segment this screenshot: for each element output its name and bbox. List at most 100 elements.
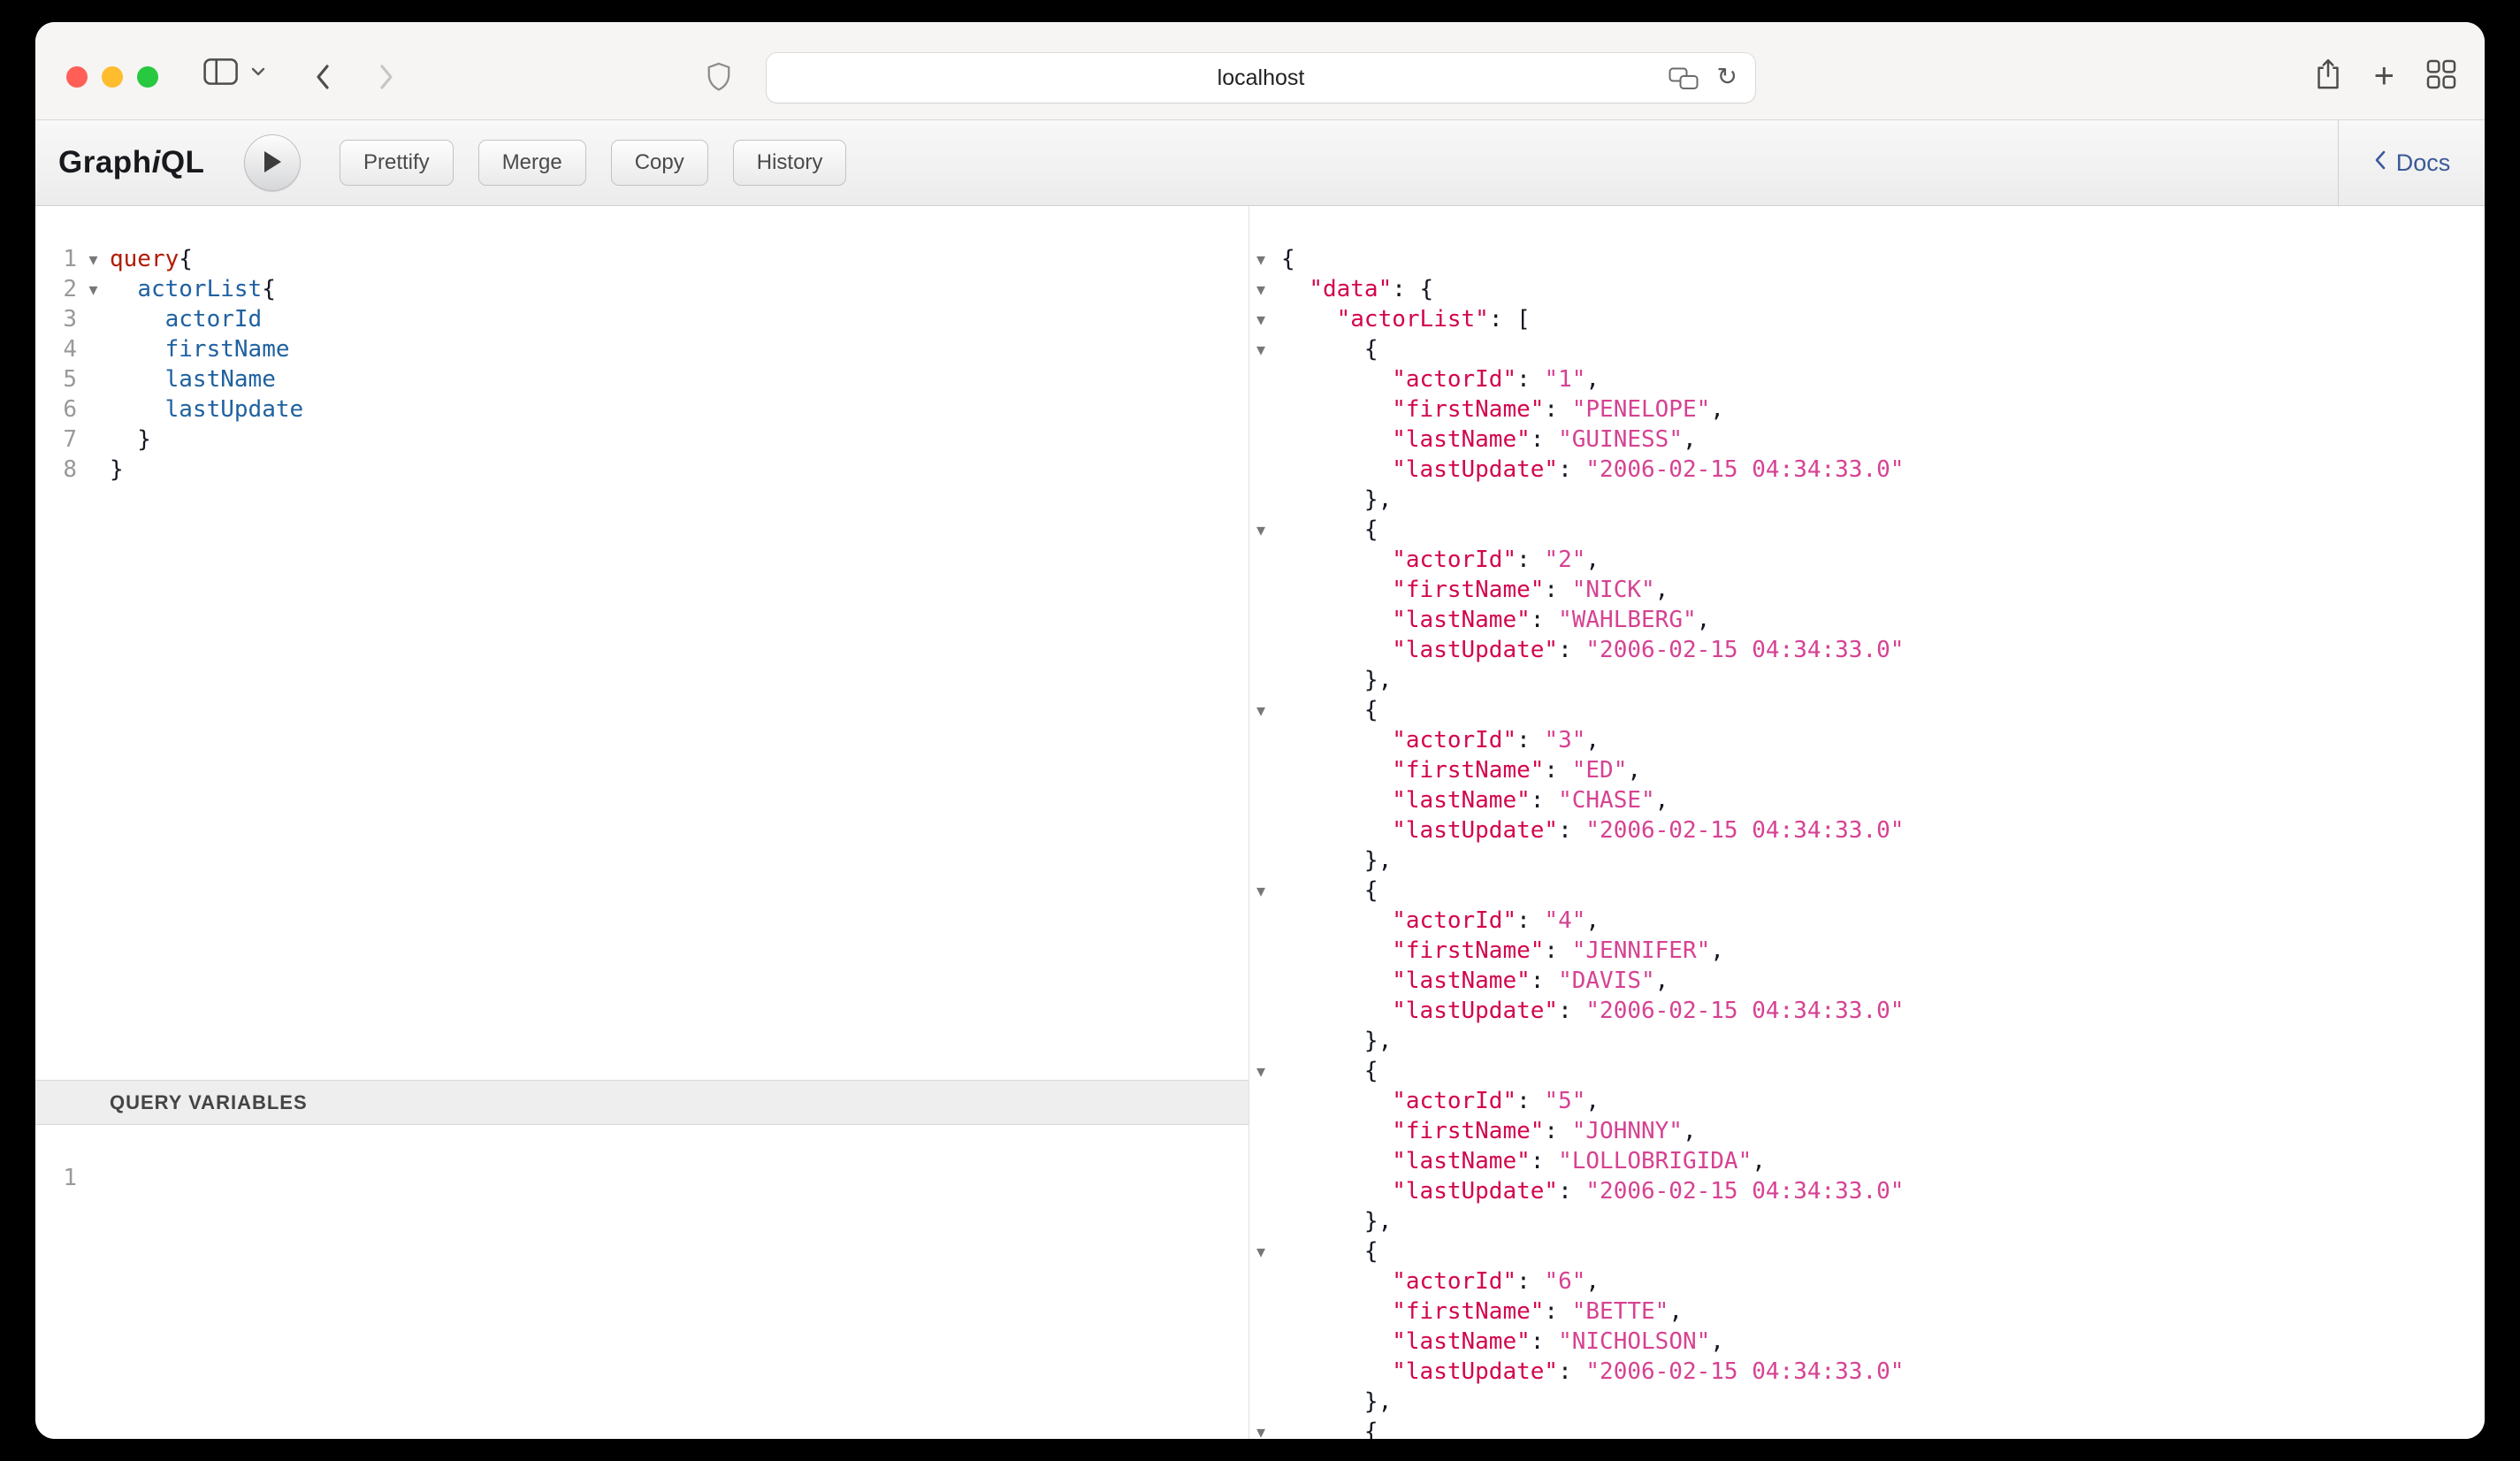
result-line: "lastUpdate": "2006-02-15 04:34:33.0" <box>1249 635 2485 665</box>
fold-arrow-icon[interactable]: ▾ <box>1249 304 1281 334</box>
query-variables-editor[interactable]: 1 <box>35 1125 1249 1439</box>
query-editor[interactable]: 1▾query{2▾ actorList{3 actorId4 firstNam… <box>35 206 1249 1080</box>
share-button[interactable] <box>2314 57 2342 94</box>
fold-gutter <box>1249 545 1281 575</box>
fold-arrow-icon[interactable]: ▾ <box>77 274 110 304</box>
close-window-button[interactable] <box>66 66 88 88</box>
code-text: query{ <box>110 244 193 274</box>
chevron-left-icon <box>2373 149 2387 178</box>
chevron-left-icon <box>311 61 334 96</box>
fold-gutter <box>1249 815 1281 845</box>
sidebar-toggle-button[interactable] <box>203 57 239 88</box>
code-line: 3 actorId <box>35 304 1249 334</box>
logo-text-ql: QL <box>161 145 205 180</box>
code-text: "lastUpdate": "2006-02-15 04:34:33.0" <box>1281 1176 1904 1206</box>
fold-gutter <box>77 455 110 485</box>
line-number: 1 <box>35 1163 77 1193</box>
code-line: 1 <box>35 1163 1249 1193</box>
tab-overview-button[interactable] <box>2426 59 2456 92</box>
minimize-window-button[interactable] <box>102 66 123 88</box>
sidebar-controls <box>203 57 267 88</box>
result-line: }, <box>1249 1387 2485 1417</box>
code-text: { <box>1281 244 1295 274</box>
result-line: "lastName": "NICHOLSON", <box>1249 1327 2485 1357</box>
back-button[interactable] <box>311 61 334 96</box>
grid-icon <box>2426 59 2456 92</box>
result-line: "actorId": "1", <box>1249 364 2485 394</box>
translate-button[interactable] <box>1669 67 1699 93</box>
url-field[interactable]: localhost ↻ <box>767 53 1755 103</box>
fold-arrow-icon[interactable]: ▾ <box>1249 1417 1281 1439</box>
fold-arrow-icon[interactable]: ▾ <box>1249 515 1281 545</box>
fold-arrow-icon[interactable]: ▾ <box>1249 1056 1281 1086</box>
chevron-down-icon <box>249 65 267 80</box>
forward-button[interactable] <box>375 61 398 96</box>
privacy-shield-button[interactable] <box>706 61 732 96</box>
fold-arrow-icon[interactable]: ▾ <box>77 244 110 274</box>
graphiql-toolbar: GraphiQL Prettify Merge Copy History <box>35 120 2485 206</box>
fold-gutter <box>77 364 110 394</box>
code-text: { <box>1281 1417 1378 1439</box>
code-text: "lastUpdate": "2006-02-15 04:34:33.0" <box>1281 455 1904 485</box>
fold-arrow-icon[interactable]: ▾ <box>1249 1236 1281 1266</box>
sidebar-icon <box>203 57 239 88</box>
docs-button[interactable]: Docs <box>2338 120 2485 205</box>
query-variables-title: QUERY VARIABLES <box>110 1091 308 1114</box>
zoom-window-button[interactable] <box>137 66 158 88</box>
code-line: 7 } <box>35 425 1249 455</box>
fold-gutter <box>1249 575 1281 605</box>
shield-icon <box>706 61 732 96</box>
fold-gutter <box>1249 1357 1281 1387</box>
code-text: "actorId": "1", <box>1281 364 1600 394</box>
fold-gutter <box>77 1163 110 1193</box>
result-line: ▾ { <box>1249 1056 2485 1086</box>
play-icon <box>263 150 282 176</box>
reload-button[interactable]: ↻ <box>1717 62 1737 91</box>
code-text: { <box>1281 1236 1378 1266</box>
history-button[interactable]: History <box>733 140 847 186</box>
translate-icon <box>1669 67 1699 93</box>
editor-pane: 1▾query{2▾ actorList{3 actorId4 firstNam… <box>35 206 1249 1439</box>
result-line: "firstName": "JOHNNY", <box>1249 1116 2485 1146</box>
fold-gutter <box>1249 425 1281 455</box>
copy-button[interactable]: Copy <box>611 140 708 186</box>
result-line: }, <box>1249 485 2485 515</box>
fold-arrow-icon[interactable]: ▾ <box>1249 695 1281 725</box>
result-line: "lastUpdate": "2006-02-15 04:34:33.0" <box>1249 996 2485 1026</box>
result-line: "firstName": "PENELOPE", <box>1249 394 2485 425</box>
code-text: }, <box>1281 1206 1392 1236</box>
execute-query-button[interactable] <box>244 134 301 191</box>
fold-gutter <box>1249 755 1281 785</box>
result-line: "firstName": "NICK", <box>1249 575 2485 605</box>
sidebar-dropdown-button[interactable] <box>249 65 267 80</box>
merge-button[interactable]: Merge <box>478 140 586 186</box>
plus-icon: + <box>2374 62 2394 90</box>
code-text: "actorId": "3", <box>1281 725 1600 755</box>
fold-arrow-icon[interactable]: ▾ <box>1249 876 1281 906</box>
fold-arrow-icon[interactable]: ▾ <box>1249 274 1281 304</box>
new-tab-button[interactable]: + <box>2374 62 2394 90</box>
code-text: "lastUpdate": "2006-02-15 04:34:33.0" <box>1281 635 1904 665</box>
prettify-button[interactable]: Prettify <box>340 140 454 186</box>
result-line: "firstName": "JENNIFER", <box>1249 936 2485 966</box>
code-text: { <box>1281 515 1378 545</box>
code-text: lastName <box>110 364 276 394</box>
result-line: "lastUpdate": "2006-02-15 04:34:33.0" <box>1249 1357 2485 1387</box>
fold-arrow-icon[interactable]: ▾ <box>1249 244 1281 274</box>
code-text: "actorList": [ <box>1281 304 1531 334</box>
line-number: 8 <box>35 455 77 485</box>
chevron-right-icon <box>375 61 398 96</box>
fold-gutter <box>1249 485 1281 515</box>
result-pane[interactable]: ▾{▾ "data": {▾ "actorList": [▾ { "actorI… <box>1249 206 2485 1439</box>
logo-text: Graph <box>58 145 152 180</box>
fold-gutter <box>1249 364 1281 394</box>
query-variables-header[interactable]: QUERY VARIABLES <box>35 1080 1249 1125</box>
result-line: "actorId": "3", <box>1249 725 2485 755</box>
graphiql-main: 1▾query{2▾ actorList{3 actorId4 firstNam… <box>35 206 2485 1439</box>
result-line: "lastName": "DAVIS", <box>1249 966 2485 996</box>
fold-arrow-icon[interactable]: ▾ <box>1249 334 1281 364</box>
result-line: "lastUpdate": "2006-02-15 04:34:33.0" <box>1249 455 2485 485</box>
fold-gutter <box>1249 785 1281 815</box>
result-line: "lastUpdate": "2006-02-15 04:34:33.0" <box>1249 1176 2485 1206</box>
line-number: 3 <box>35 304 77 334</box>
